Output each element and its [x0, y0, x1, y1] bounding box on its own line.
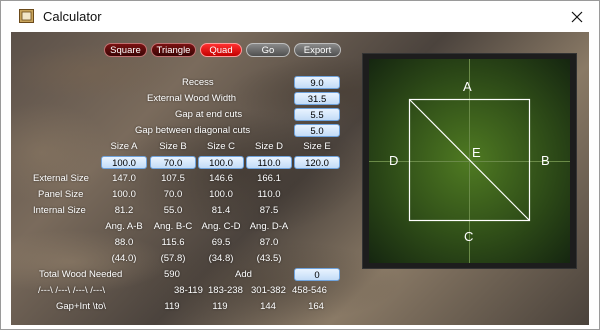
angle-cd-header: Ang. C-D — [201, 221, 241, 232]
recess-label: Recess — [182, 77, 214, 88]
size-d-input[interactable]: 110.0 — [246, 156, 292, 169]
gap-int-2: 119 — [212, 301, 228, 312]
label-d: D — [389, 153, 399, 168]
window-title: Calculator — [43, 9, 102, 24]
panel-size-c: 100.0 — [209, 189, 233, 200]
label-c: C — [464, 229, 474, 244]
shape-preview: A B C D E — [362, 53, 577, 269]
label-b: B — [541, 153, 550, 168]
gap-int-4: 164 — [308, 301, 324, 312]
cut-range-1: 38-119 — [174, 285, 203, 296]
size-c-header: Size C — [207, 141, 235, 152]
recess-input[interactable]: 9.0 — [294, 76, 340, 89]
internal-size-a: 81.2 — [114, 205, 134, 216]
size-e-header: Size E — [303, 141, 331, 152]
panel-size-d: 110.0 — [257, 189, 281, 200]
cuts-label: /---\ /---\ /---\ /---\ — [38, 285, 105, 296]
export-button[interactable]: Export — [294, 43, 341, 57]
cut-range-4: 458-546 — [292, 285, 327, 296]
panel-size-label: Panel Size — [38, 189, 84, 200]
add-input[interactable]: 0 — [294, 268, 340, 281]
square-button[interactable]: Square — [104, 43, 147, 57]
triangle-button[interactable]: Triangle — [151, 43, 196, 57]
size-a-header: Size A — [110, 141, 138, 152]
cut-range-3: 301-382 — [251, 285, 286, 296]
size-c-input[interactable]: 100.0 — [198, 156, 244, 169]
size-e-input[interactable]: 120.0 — [294, 156, 340, 169]
cut-range-2: 183-238 — [208, 285, 243, 296]
preview-canvas: A B C D E — [369, 59, 570, 263]
external-wood-width-label: External Wood Width — [147, 93, 237, 104]
quad-button[interactable]: Quad — [200, 43, 242, 57]
size-b-input[interactable]: 70.0 — [150, 156, 196, 169]
angle-da-header: Ang. D-A — [249, 221, 289, 232]
angle-cd-half: (34.8) — [208, 253, 234, 264]
external-size-d: 166.1 — [257, 173, 281, 184]
calculator-window: Calculator Square Triangle Quad Go Expor… — [0, 0, 600, 330]
angle-ab-half: (44.0) — [111, 253, 137, 264]
internal-size-c: 81.4 — [211, 205, 231, 216]
title-bar: Calculator — [1, 1, 599, 32]
panel-size-a: 100.0 — [112, 189, 136, 200]
internal-size-d: 87.5 — [259, 205, 279, 216]
external-size-c: 146.6 — [209, 173, 233, 184]
angle-bc-half: (57.8) — [160, 253, 186, 264]
total-wood-value: 590 — [164, 269, 180, 280]
close-button[interactable] — [555, 1, 599, 32]
gap-int-label: Gap+Int \to\ — [56, 301, 106, 312]
label-a: A — [463, 79, 472, 94]
go-button[interactable]: Go — [246, 43, 290, 57]
gap-diagonal-cuts-label: Gap between diagonal cuts — [135, 125, 251, 136]
size-d-header: Size D — [255, 141, 283, 152]
frame-icon — [19, 9, 34, 23]
gap-int-3: 144 — [260, 301, 276, 312]
gap-int-1: 119 — [164, 301, 180, 312]
internal-size-b: 55.0 — [163, 205, 183, 216]
external-size-a: 147.0 — [112, 173, 136, 184]
gap-diagonal-cuts-input[interactable]: 5.0 — [294, 124, 340, 137]
angle-da-half: (43.5) — [256, 253, 282, 264]
gap-end-cuts-label: Gap at end cuts — [175, 109, 243, 120]
size-a-input[interactable]: 100.0 — [101, 156, 147, 169]
angle-cd-value: 69.5 — [211, 237, 231, 248]
angle-bc-value: 115.6 — [161, 237, 185, 248]
close-icon — [571, 11, 583, 22]
angle-ab-header: Ang. A-B — [105, 221, 143, 232]
external-wood-width-input[interactable]: 31.5 — [294, 92, 340, 105]
calculator-panel: Square Triangle Quad Go Export Recess 9.… — [11, 32, 589, 325]
add-label: Add — [235, 269, 252, 280]
gap-end-cuts-input[interactable]: 5.5 — [294, 108, 340, 121]
size-b-header: Size B — [159, 141, 187, 152]
label-e: E — [472, 145, 481, 160]
angle-bc-header: Ang. B-C — [153, 221, 193, 232]
internal-size-label: Internal Size — [33, 205, 86, 216]
panel-size-b: 70.0 — [163, 189, 183, 200]
total-wood-label: Total Wood Needed — [39, 269, 123, 280]
external-size-b: 107.5 — [161, 173, 185, 184]
angle-ab-value: 88.0 — [114, 237, 134, 248]
external-size-label: External Size — [33, 173, 89, 184]
angle-da-value: 87.0 — [259, 237, 279, 248]
